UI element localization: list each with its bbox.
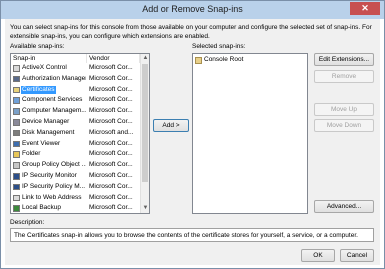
snapin-vendor: Microsoft Cor... — [89, 74, 133, 82]
snapin-row[interactable]: Authorization Manager Microsoft Cor... — [11, 75, 139, 84]
ok-button[interactable]: OK — [301, 249, 335, 262]
snapin-vendor: Microsoft Cor... — [89, 193, 133, 201]
scroll-down-arrow[interactable]: ▼ — [141, 204, 149, 213]
authorization-icon — [13, 75, 20, 83]
snapin-row[interactable]: Folder Microsoft Cor... — [11, 150, 139, 159]
disk-management-icon — [13, 129, 20, 137]
title-bar[interactable]: Add or Remove Snap-ins ✕ — [1, 1, 384, 19]
snapin-row[interactable]: ActiveX Control Microsoft Cor... — [11, 64, 139, 73]
snapin-vendor: Microsoft Cor... — [89, 204, 133, 212]
snapin-vendor: Microsoft Cor... — [89, 85, 133, 93]
description-text: The Certificates snap-in allows you to b… — [14, 232, 358, 239]
snapin-row[interactable]: IP Security Monitor Microsoft Cor... — [11, 172, 139, 181]
snapin-vendor: Microsoft Cor... — [89, 64, 133, 71]
snapin-row[interactable]: Event Viewer Microsoft Cor... — [11, 140, 139, 149]
component-services-icon — [13, 97, 20, 104]
move-up-button[interactable]: Move Up — [314, 103, 374, 116]
available-scrollbar[interactable]: ▲ ▼ — [140, 54, 149, 213]
snapin-vendor: Microsoft Cor... — [89, 96, 133, 104]
remove-button[interactable]: Remove — [314, 70, 374, 83]
snapin-name: Event Viewer — [22, 139, 61, 147]
snapin-row[interactable]: Group Policy Object ... Microsoft Cor... — [11, 161, 139, 170]
folder-icon — [13, 151, 20, 158]
snapin-vendor: Microsoft Cor... — [89, 182, 133, 190]
console-root-folder-icon — [195, 57, 202, 64]
snapin-name: Local Backup — [22, 204, 62, 212]
group-policy-icon — [13, 162, 20, 169]
cancel-button[interactable]: Cancel — [340, 249, 374, 262]
window-title: Add or Remove Snap-ins — [142, 4, 243, 14]
web-link-icon — [13, 194, 20, 202]
snapin-row[interactable]: Certificates Microsoft Cor... — [11, 85, 139, 95]
available-snapins-list[interactable]: Snap-in Vendor ActiveX Control Microsoft … — [10, 53, 150, 214]
snapin-vendor: Microsoft Cor... — [89, 139, 133, 147]
snapin-name: Component Services — [22, 96, 83, 104]
column-header-vendor[interactable]: Vendor — [87, 54, 140, 63]
snapin-name: Computer Managem... — [22, 107, 86, 115]
dialog-body: You can select snap-ins for this console… — [5, 19, 380, 265]
intro-text: You can select snap-ins for this console… — [10, 24, 372, 40]
snapin-name: Folder — [22, 150, 41, 158]
selected-item-console-root[interactable]: Console Root — [193, 56, 303, 65]
snapin-name: Group Policy Object ... — [22, 161, 86, 169]
available-snapins-label: Available snap-ins: — [10, 43, 65, 50]
snapin-row[interactable]: IP Security Policy M... Microsoft Cor... — [11, 183, 139, 192]
close-button[interactable]: ✕ — [350, 2, 380, 15]
add-button[interactable]: Add > — [153, 119, 189, 132]
selected-snapins-label: Selected snap-ins: — [192, 43, 246, 50]
snapin-row[interactable]: Component Services Microsoft Cor... — [11, 96, 139, 105]
snapin-name: Certificates — [21, 85, 56, 95]
snapin-name: Disk Management — [22, 128, 75, 136]
snapin-name: Link to Web Address — [22, 193, 82, 201]
snapin-row[interactable]: Device Manager Microsoft Cor... — [11, 118, 139, 127]
device-manager-icon — [13, 119, 20, 126]
snapin-name: Device Manager — [22, 118, 70, 125]
activex-icon — [13, 65, 20, 72]
snapin-vendor: Microsoft and... — [89, 128, 134, 136]
description-box: The Certificates snap-in allows you to b… — [10, 228, 374, 242]
scroll-up-arrow[interactable]: ▲ — [141, 54, 149, 63]
selected-snapins-list[interactable]: Console Root — [192, 53, 308, 214]
snapin-name: Authorization Manager — [22, 74, 86, 82]
snapin-vendor: Microsoft Cor... — [89, 161, 133, 169]
column-header-snapin[interactable]: Snap-in — [11, 54, 87, 63]
snapin-row[interactable]: Computer Managem... Microsoft Cor... — [11, 107, 139, 116]
computer-management-icon — [13, 108, 20, 115]
advanced-button[interactable]: Advanced... — [314, 200, 374, 213]
snapin-vendor: Microsoft Cor... — [89, 172, 133, 179]
snapin-vendor: Microsoft Cor... — [89, 118, 133, 125]
snapin-row[interactable]: Disk Management Microsoft and... — [11, 129, 139, 138]
local-backup-icon — [13, 205, 20, 212]
scroll-thumb[interactable] — [142, 64, 148, 182]
move-down-button[interactable]: Move Down — [314, 119, 374, 132]
event-viewer-icon — [13, 140, 20, 148]
snapin-name: IP Security Monitor — [22, 172, 77, 179]
certificate-icon — [13, 86, 20, 94]
snapin-dialog: Add or Remove Snap-ins ✕ You can select … — [0, 0, 385, 269]
snapin-name: IP Security Policy M... — [22, 182, 86, 190]
snapin-vendor: Microsoft Cor... — [89, 150, 133, 158]
snapin-name: ActiveX Control — [22, 64, 67, 71]
description-label: Description: — [10, 219, 45, 226]
snapin-vendor: Microsoft Cor... — [89, 107, 133, 115]
ip-security-policy-icon — [13, 183, 20, 191]
ip-security-monitor-icon — [13, 173, 20, 180]
edit-extensions-button[interactable]: Edit Extensions... — [314, 53, 374, 66]
snapin-row[interactable]: Local Backup Microsoft Cor... — [11, 204, 139, 213]
snapin-row[interactable]: Link to Web Address Microsoft Cor... — [11, 194, 139, 203]
